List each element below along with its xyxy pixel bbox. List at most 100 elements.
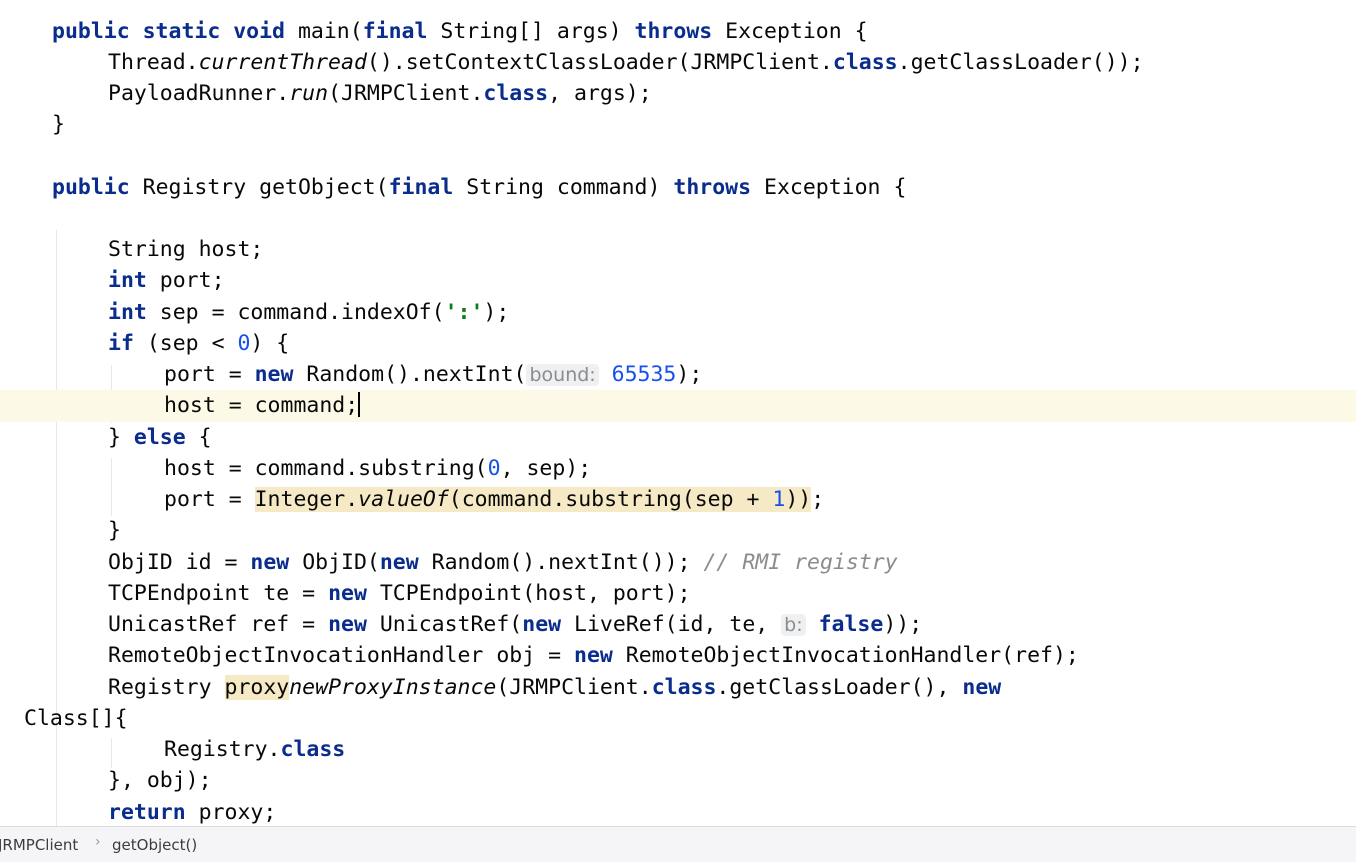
- code-line[interactable]: int port;: [0, 265, 1356, 297]
- code-line[interactable]: host = command;: [0, 390, 1356, 422]
- static-method-token: newProxyInstance: [289, 675, 497, 700]
- code-token: TCPEndpoint te =: [108, 581, 329, 606]
- code-token: .getClassLoader(),: [716, 675, 963, 700]
- code-token: ().setContextClassLoader(JRMPClient.: [366, 50, 833, 75]
- code-token: }: [108, 425, 134, 450]
- code-token: Random().nextInt(: [306, 362, 527, 387]
- code-line[interactable]: }: [0, 109, 1356, 141]
- keyword-token: int: [108, 300, 147, 325]
- keyword-token: class: [483, 81, 549, 106]
- keyword-token: class: [280, 737, 346, 762]
- static-method-token: run: [289, 81, 329, 106]
- keyword-token: new: [522, 612, 562, 637]
- code-token: ;: [811, 487, 825, 512]
- code-line[interactable]: Class[]{: [0, 703, 1356, 735]
- parameter-hint: b:: [781, 614, 806, 636]
- code-line[interactable]: int sep = command.indexOf(':');: [0, 297, 1356, 329]
- highlighted-token: Integer.: [254, 487, 359, 512]
- code-token: sep = command.indexOf(: [159, 300, 445, 325]
- code-line[interactable]: String host;: [0, 234, 1356, 266]
- code-token: Exception {: [725, 19, 868, 44]
- keyword-token: class: [832, 50, 898, 75]
- code-token: (sep <: [146, 331, 238, 356]
- code-line[interactable]: } else {: [0, 422, 1356, 454]
- code-token: TCPEndpoint(host, port);: [379, 581, 691, 606]
- highlighted-token: valueOf: [358, 487, 449, 512]
- code-token: (JRMPClient.: [496, 675, 652, 700]
- code-line[interactable]: Registry.class: [0, 734, 1356, 766]
- code-token: Exception {: [764, 175, 907, 200]
- keyword-token: new: [962, 675, 1002, 700]
- code-line[interactable]: Thread.currentThread().setContextClassLo…: [0, 47, 1356, 79]
- keyword-token: new: [250, 550, 290, 575]
- static-method-token: currentThread: [198, 50, 367, 75]
- code-token: Random().nextInt());: [431, 550, 704, 575]
- code-token: {: [198, 425, 212, 450]
- code-token: }, obj);: [108, 768, 212, 793]
- code-token: String host;: [108, 237, 264, 262]
- code-line[interactable]: public Registry getObject(final String c…: [0, 172, 1356, 204]
- keyword-token: final: [362, 19, 428, 44]
- code-line[interactable]: [0, 140, 1356, 172]
- code-line[interactable]: port = Integer.valueOf(command.substring…: [0, 484, 1356, 516]
- code-editor[interactable]: public static void main(final String[] a…: [0, 0, 1356, 826]
- code-line[interactable]: PayloadRunner.run(JRMPClient.class, args…: [0, 78, 1356, 110]
- keyword-token: return: [108, 800, 186, 825]
- breadcrumb-class[interactable]: JRMPClient: [0, 836, 78, 854]
- code-token: host = command;: [164, 393, 359, 418]
- code-line[interactable]: Registry proxynewProxyInstance(JRMPClien…: [0, 672, 1356, 704]
- code-token: UnicastRef ref =: [108, 612, 329, 637]
- code-line[interactable]: host = command.substring(0, sep);: [0, 453, 1356, 485]
- chevron-right-icon: ›: [95, 834, 101, 850]
- code-line[interactable]: [0, 203, 1356, 235]
- code-token: port =: [164, 362, 255, 387]
- code-token: String[] args): [440, 19, 635, 44]
- code-token: PayloadRunner.: [108, 81, 290, 106]
- code-line[interactable]: }, obj);: [0, 765, 1356, 797]
- code-line[interactable]: if (sep < 0) {: [0, 328, 1356, 360]
- keyword-token: else: [133, 425, 186, 450]
- code-token: RemoteObjectInvocationHandler obj =: [108, 643, 574, 668]
- number-token: 0: [237, 331, 251, 356]
- keyword-token: new: [328, 581, 367, 606]
- code-token: proxy;: [198, 800, 277, 825]
- code-token: UnicastRef(: [379, 612, 523, 637]
- code-line[interactable]: port = new Random().nextInt(bound: 65535…: [0, 359, 1356, 391]
- comment-token: // RMI registry: [703, 550, 898, 575]
- parameter-hint: bound:: [526, 364, 599, 386]
- code-line[interactable]: public static void main(final String[] a…: [0, 16, 1356, 48]
- code-token: Registry: [108, 675, 225, 700]
- highlighted-token: )): [785, 487, 812, 512]
- code-token: Class[]{: [24, 706, 128, 731]
- keyword-token: final: [388, 175, 454, 200]
- code-line[interactable]: }: [0, 515, 1356, 547]
- code-token: port =: [164, 487, 255, 512]
- code-token: ) {: [250, 331, 290, 356]
- code-line[interactable]: ObjID id = new ObjID(new Random().nextIn…: [0, 547, 1356, 579]
- code-token: .getClassLoader());: [897, 50, 1144, 75]
- highlighted-token: (command.substring(sep +: [448, 487, 773, 512]
- text-caret: [358, 392, 361, 417]
- code-token: ObjID(: [302, 550, 380, 575]
- keyword-token: new: [379, 550, 419, 575]
- keyword-token: public: [52, 175, 130, 200]
- code-token: host = command.substring(: [164, 456, 488, 481]
- highlighted-token: proxy: [224, 675, 290, 700]
- code-token: Registry getObject(: [142, 175, 389, 200]
- keyword-token: public static void: [52, 19, 285, 44]
- code-line[interactable]: RemoteObjectInvocationHandler obj = new …: [0, 640, 1356, 672]
- keyword-token: class: [651, 675, 717, 700]
- keyword-token: new: [254, 362, 294, 387]
- number-token: 0: [487, 456, 501, 481]
- code-line[interactable]: UnicastRef ref = new UnicastRef(new Live…: [0, 609, 1356, 641]
- breadcrumb-method[interactable]: getObject(): [112, 836, 197, 854]
- code-token: main(: [297, 19, 363, 44]
- code-line[interactable]: TCPEndpoint te = new TCPEndpoint(host, p…: [0, 578, 1356, 610]
- code-line[interactable]: return proxy;: [0, 797, 1356, 826]
- code-token: ));: [883, 612, 923, 637]
- highlighted-token: 1: [772, 487, 786, 512]
- code-token: Registry.: [164, 737, 281, 762]
- code-token: String command): [466, 175, 674, 200]
- code-token: (JRMPClient.: [328, 81, 484, 106]
- keyword-token: new: [574, 643, 613, 668]
